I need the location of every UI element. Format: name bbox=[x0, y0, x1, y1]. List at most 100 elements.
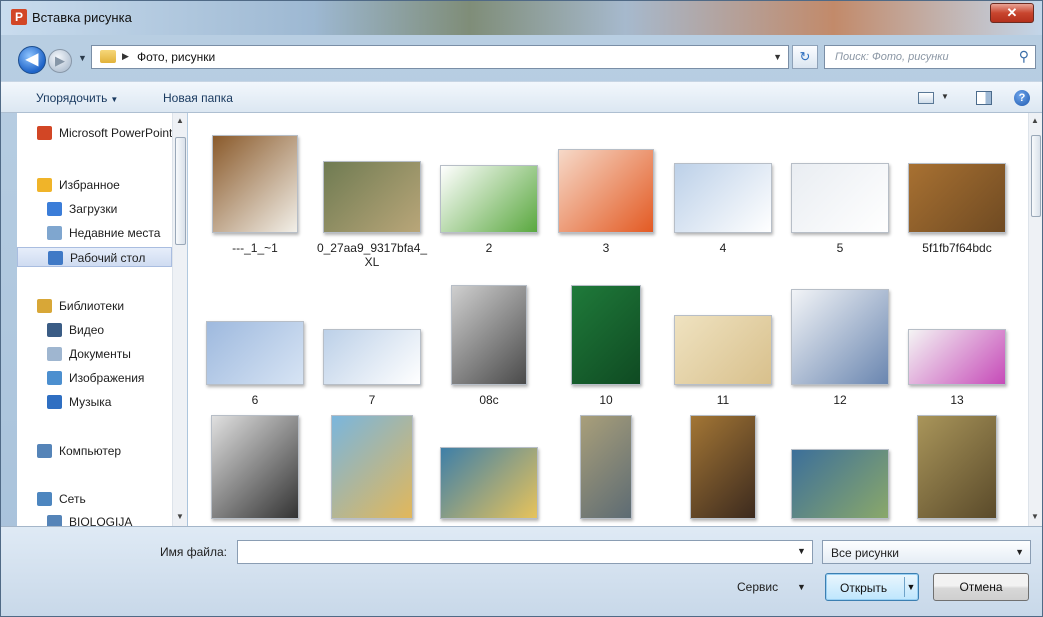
sidebar-item[interactable]: BIOLOGIJA bbox=[17, 512, 172, 526]
historical-map-thumbnail[interactable] bbox=[440, 447, 538, 519]
forward-button[interactable]: ▶ bbox=[48, 49, 72, 73]
tools-button[interactable]: Сервис bbox=[737, 580, 778, 594]
refresh-button[interactable]: ↻ bbox=[792, 45, 818, 69]
sidebar-item[interactable]: Библиотеки bbox=[17, 296, 172, 316]
powerpoint-window-2-thumbnail[interactable] bbox=[323, 329, 421, 385]
file-list-area: ---_1_~1 0_27aa9_9317bfa4_XL 2 3 4 5 5f1fb7f64… bbox=[188, 113, 1028, 526]
elephants-photo-thumbnail[interactable] bbox=[323, 161, 421, 233]
sidebar-item[interactable]: Недавние места bbox=[17, 223, 172, 243]
change-view-icon[interactable] bbox=[918, 92, 934, 104]
sidebar-item[interactable]: Загрузки bbox=[17, 199, 172, 219]
painted-portrait-thumbnail[interactable] bbox=[917, 415, 997, 519]
savanna-painting-thumbnail[interactable] bbox=[908, 163, 1006, 233]
file-type-select[interactable]: Все рисунки ▼ bbox=[822, 540, 1031, 564]
file-item[interactable]: ---_1_~1 bbox=[198, 123, 312, 265]
file-item[interactable]: 26ee21b402abe27 bbox=[315, 409, 429, 526]
cancel-button[interactable]: Отмена bbox=[933, 573, 1029, 601]
file-item[interactable]: 6 bbox=[198, 275, 312, 417]
preview-pane-icon[interactable] bbox=[976, 91, 992, 105]
file-item[interactable]: 08c bbox=[432, 275, 546, 417]
scroll-up-icon[interactable]: ▲ bbox=[176, 116, 184, 125]
breadcrumb-current-folder[interactable]: Фото, рисунки bbox=[137, 50, 215, 64]
file-item[interactable]: 10 bbox=[549, 275, 663, 417]
chevron-down-icon: ▼ bbox=[110, 95, 119, 104]
africa-collage-thumbnail[interactable] bbox=[212, 135, 298, 233]
recent-pages-dropdown-icon[interactable]: ▼ bbox=[78, 53, 87, 63]
breadcrumb-separator-icon[interactable]: ▶ bbox=[122, 51, 129, 62]
file-item[interactable]: 220px-Vasco-da-gama bbox=[549, 409, 663, 526]
portrait-bearded-man-thumbnail[interactable] bbox=[451, 285, 527, 385]
book-powerpoint-thumbnail[interactable] bbox=[571, 285, 641, 385]
file-item[interactable]: 11 bbox=[666, 275, 780, 417]
file-item[interactable]: 52 bbox=[432, 409, 546, 526]
file-item[interactable]: 13 bbox=[900, 275, 1014, 417]
close-button[interactable]: ✕ bbox=[990, 3, 1034, 23]
address-bar[interactable]: ▶ Фото, рисунки ▼ bbox=[91, 45, 789, 69]
file-item[interactable]: 0_27aa9_9317bfa4_XL bbox=[315, 123, 429, 269]
organize-button[interactable]: Упорядочить ▼ bbox=[36, 91, 118, 105]
color-picker-thumbnail[interactable] bbox=[908, 329, 1006, 385]
file-name: 4 bbox=[719, 241, 727, 255]
open-button[interactable]: Открыть ▼ bbox=[825, 573, 919, 601]
tools-dropdown-icon[interactable]: ▼ bbox=[797, 582, 806, 592]
back-button[interactable]: ◀ bbox=[18, 46, 46, 74]
layout-grid-thumbnail[interactable] bbox=[791, 163, 889, 233]
africa-map-thumbnail[interactable] bbox=[331, 415, 413, 519]
title-bar: P Вставка рисунка ✕ bbox=[1, 1, 1042, 35]
address-dropdown-icon[interactable]: ▼ bbox=[773, 52, 782, 62]
filename-field[interactable] bbox=[237, 540, 813, 564]
downloads-icon bbox=[47, 202, 62, 216]
sidebar-item[interactable]: Рабочий стол bbox=[17, 247, 172, 267]
file-item[interactable]: 21_025 bbox=[198, 409, 312, 526]
open-options-dropdown-icon[interactable]: ▼ bbox=[904, 577, 917, 597]
insert-picture-dialog: P Вставка рисунка ✕ ◀ ▶ ▼ ▶ Фото, рисунк… bbox=[0, 0, 1043, 617]
scroll-down-icon[interactable]: ▼ bbox=[1031, 512, 1039, 521]
scroll-down-icon[interactable]: ▼ bbox=[176, 512, 184, 521]
command-toolbar: Упорядочить ▼ Новая папка ▼ ? bbox=[1, 81, 1042, 113]
file-item[interactable]: 3 bbox=[549, 123, 663, 265]
coastal-city-thumbnail[interactable] bbox=[791, 449, 889, 519]
parchment-scroll-thumbnail[interactable] bbox=[674, 315, 772, 385]
view-options-dropdown-icon[interactable]: ▼ bbox=[941, 92, 949, 101]
organize-label: Упорядочить bbox=[36, 91, 108, 105]
sidebar-item[interactable]: Избранное bbox=[17, 175, 172, 195]
file-item[interactable]: 12 bbox=[783, 275, 897, 417]
computer-icon bbox=[37, 444, 52, 458]
shape-gallery-thumbnail[interactable] bbox=[791, 289, 889, 385]
sidebar-item[interactable]: Компьютер bbox=[17, 441, 172, 461]
sidebar-item[interactable]: Документы bbox=[17, 344, 172, 364]
file-item[interactable]: 5f1fb7f64bdc bbox=[900, 123, 1014, 265]
search-icon[interactable]: ⚲ bbox=[1019, 48, 1029, 65]
libraries-icon bbox=[37, 299, 52, 313]
sidebar-item[interactable]: Изображения bbox=[17, 368, 172, 388]
powerpoint-design-thumbnail[interactable] bbox=[206, 321, 304, 385]
navigation-pane-scrollbar[interactable]: ▲ ▼ bbox=[172, 113, 187, 526]
ceremonial-mask-thumbnail[interactable] bbox=[690, 415, 756, 519]
file-item[interactable]: 4 bbox=[666, 123, 780, 265]
sidebar-item[interactable]: Видео bbox=[17, 320, 172, 340]
sidebar-item[interactable]: Microsoft PowerPoint bbox=[17, 123, 172, 143]
file-item[interactable]: 300px-Traditional bbox=[666, 409, 780, 526]
sidebar-item[interactable]: Сеть bbox=[17, 489, 172, 509]
file-item[interactable]: 7 bbox=[315, 275, 429, 417]
powerpoint-2010-splash-thumbnail[interactable] bbox=[440, 165, 538, 233]
powerpoint-window-thumbnail[interactable] bbox=[674, 163, 772, 233]
file-item[interactable]: 5 bbox=[783, 123, 897, 265]
sidebar-item-label: Библиотеки bbox=[59, 299, 125, 313]
scrollbar-thumb[interactable] bbox=[1031, 135, 1041, 217]
help-icon[interactable]: ? bbox=[1014, 90, 1030, 106]
search-input[interactable]: Поиск: Фото, рисунки ⚲ bbox=[824, 45, 1036, 69]
new-folder-button[interactable]: Новая папка bbox=[163, 91, 233, 105]
file-item[interactable]: 535ed7828230 bbox=[900, 409, 1014, 526]
file-item[interactable]: 264_20105 bbox=[783, 409, 897, 526]
scroll-up-icon[interactable]: ▲ bbox=[1031, 116, 1039, 125]
powerpoint-logo-thumbnail[interactable] bbox=[558, 149, 654, 233]
file-name: 12 bbox=[833, 393, 847, 407]
file-item[interactable]: 2 bbox=[432, 123, 546, 265]
scrollbar-thumb[interactable] bbox=[175, 137, 186, 245]
sidebar-item[interactable]: Музыка bbox=[17, 392, 172, 412]
engraving-portrait-thumbnail[interactable] bbox=[211, 415, 299, 519]
file-list-scrollbar[interactable]: ▲ ▼ bbox=[1028, 113, 1042, 526]
ship-painting-thumbnail[interactable] bbox=[580, 415, 632, 519]
sidebar-item-label: Недавние места bbox=[69, 226, 161, 240]
